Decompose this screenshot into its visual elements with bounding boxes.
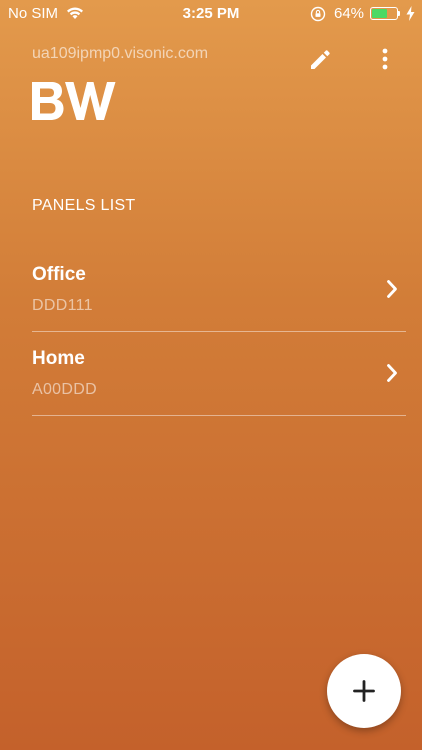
edit-icon [306,50,336,78]
battery-cap [398,11,400,16]
panel-item-home[interactable]: Home A00DDD [32,332,406,416]
battery-level-fill [372,9,387,18]
panels-list-title: PANELS LIST [32,197,136,214]
panel-name: Home [32,348,85,369]
panel-id: DDD111 [32,297,93,314]
rotation-lock-icon [310,6,326,27]
panels-list: Office DDD111 Home A00DDD [32,248,406,416]
server-address: ua109ipmp0.visonic.com [32,45,209,62]
panel-id: A00DDD [32,381,97,398]
chevron-right-icon [386,279,398,304]
add-panel-button[interactable] [327,654,401,728]
edit-button[interactable] [306,44,336,74]
bw-logo [32,82,126,125]
battery-percent: 64% [334,5,365,22]
more-vert-icon [372,48,398,78]
panel-name: Office [32,264,86,285]
chevron-right-icon [386,363,398,388]
more-options-button[interactable] [372,44,398,74]
charging-bolt-icon [406,6,415,26]
panel-item-office[interactable]: Office DDD111 [32,248,406,332]
status-bar: No SIM 3:25 PM 64% [0,0,422,28]
battery-icon [370,7,398,20]
